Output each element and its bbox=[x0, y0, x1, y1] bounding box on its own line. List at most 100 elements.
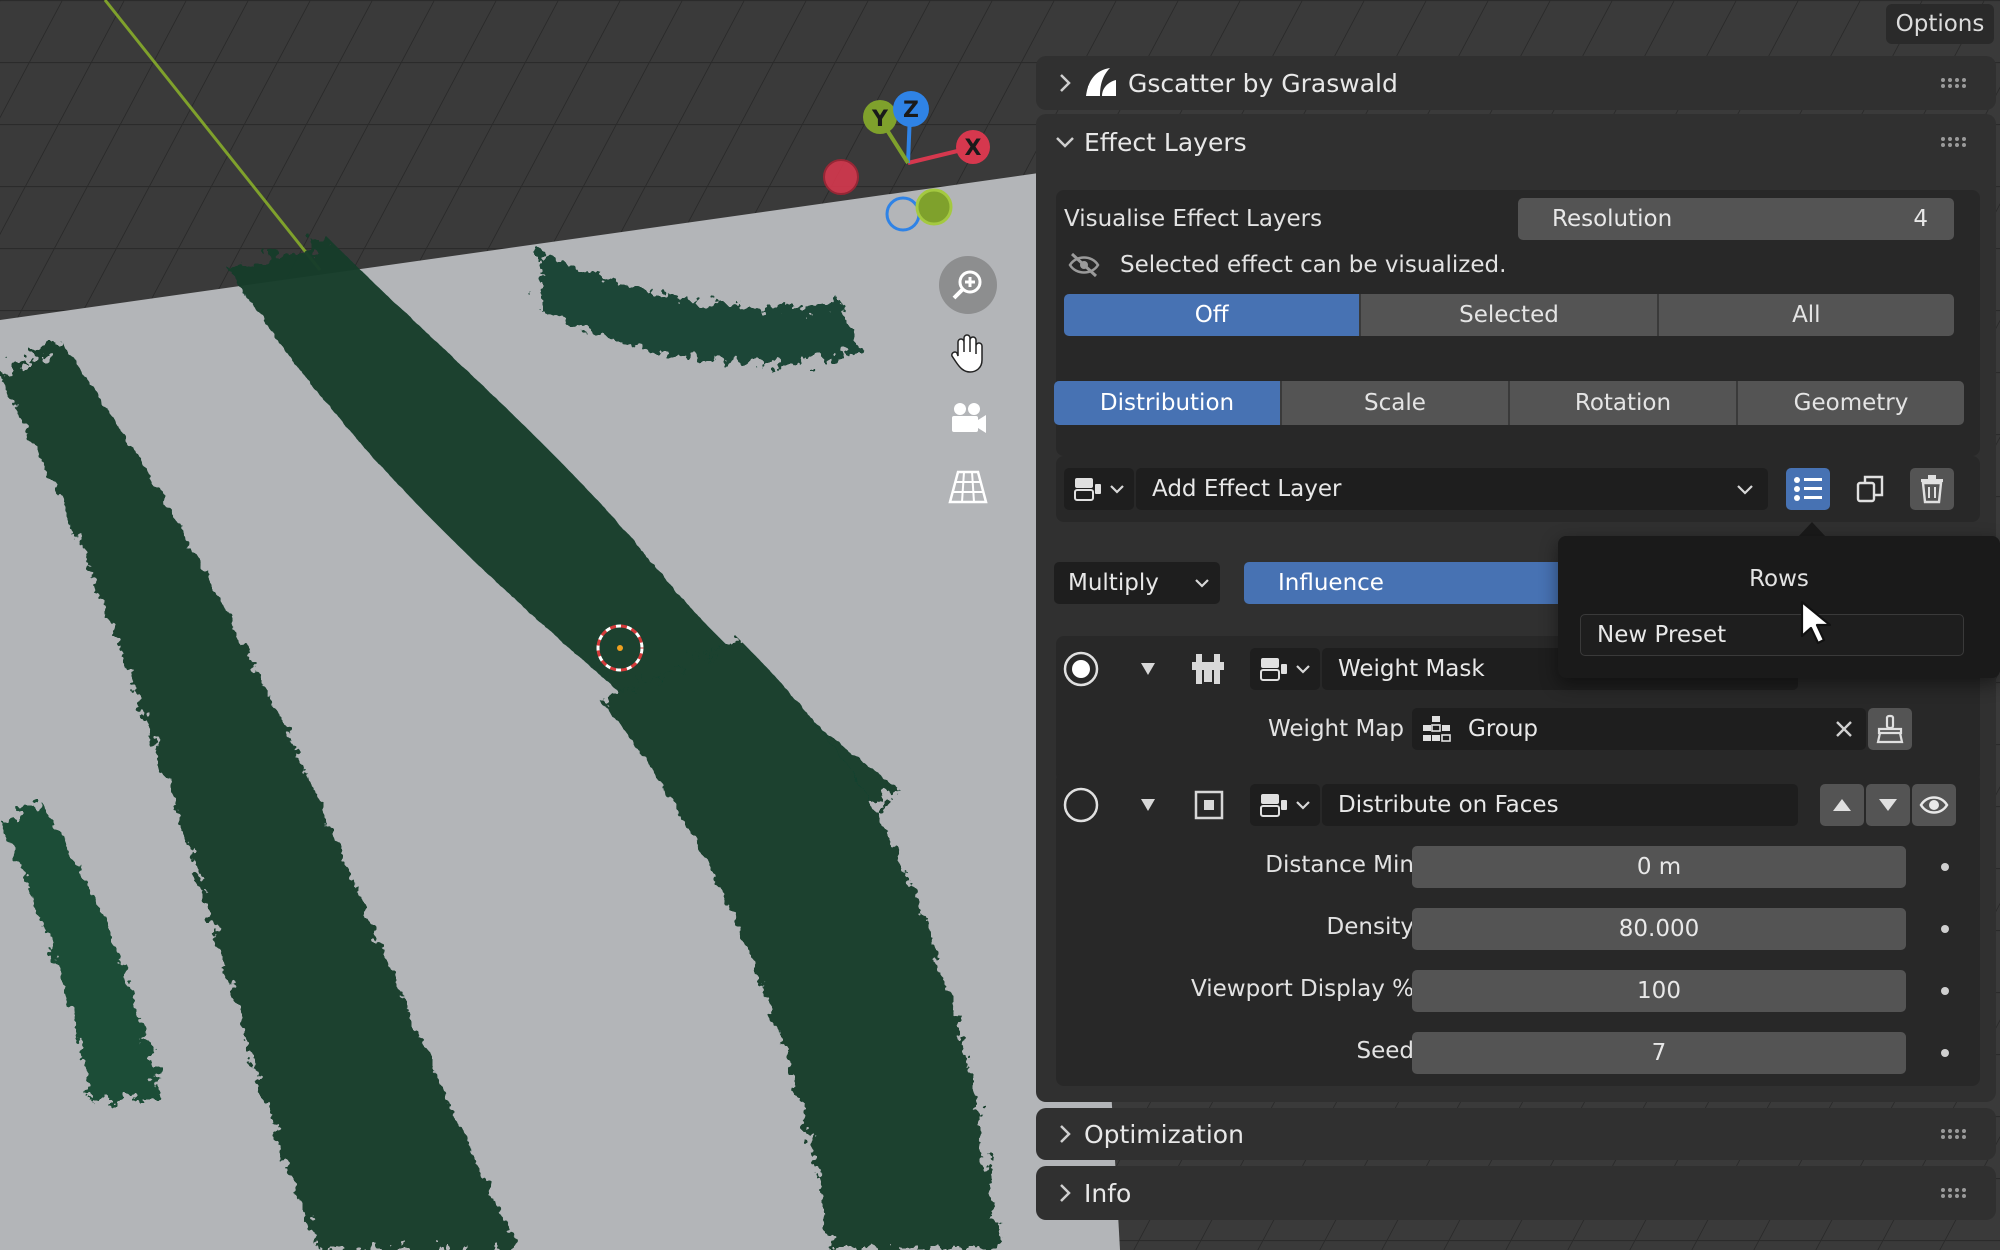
keyframe-dot[interactable] bbox=[1941, 987, 1949, 995]
weight-map-field[interactable]: Group bbox=[1412, 708, 1866, 750]
brush-icon bbox=[1876, 714, 1904, 744]
graswald-logo-icon bbox=[1086, 68, 1116, 96]
keyframe-dot[interactable] bbox=[1941, 925, 1949, 933]
visualise-mode-selector: Off Selected All bbox=[1064, 294, 1954, 336]
layer-preset-dropdown[interactable] bbox=[1250, 648, 1320, 690]
add-effect-row: Add Effect Layer bbox=[1056, 456, 1980, 522]
rows-preset-popup: Rows New Preset bbox=[1558, 536, 2000, 678]
panel-optimization[interactable]: Optimization bbox=[1036, 1108, 1996, 1160]
mouse-cursor-icon bbox=[1800, 600, 1832, 645]
layer-name: Weight Mask bbox=[1338, 656, 1485, 682]
duplicate-layer-button[interactable] bbox=[1848, 468, 1892, 510]
add-effect-layer-label: Add Effect Layer bbox=[1152, 476, 1342, 502]
keyframe-dot[interactable] bbox=[1941, 1049, 1949, 1057]
layer-name: Distribute on Faces bbox=[1338, 792, 1559, 818]
radio-unselected-icon[interactable] bbox=[1062, 786, 1100, 824]
options-button[interactable]: Options bbox=[1886, 4, 1994, 44]
trash-icon bbox=[1921, 475, 1943, 504]
influence-label: Influence bbox=[1278, 570, 1384, 596]
resolution-value: 4 bbox=[1913, 206, 1928, 232]
seed-field[interactable]: 7 bbox=[1412, 1032, 1906, 1074]
z-axis-label: Z bbox=[903, 98, 919, 123]
tab-scale[interactable]: Scale bbox=[1282, 381, 1510, 425]
resolution-label: Resolution bbox=[1552, 206, 1673, 232]
navigation-gizmo[interactable]: Y Z X bbox=[820, 85, 1000, 235]
layer-name-field[interactable]: Distribute on Faces bbox=[1322, 784, 1798, 826]
chevron-right-icon[interactable] bbox=[1054, 1123, 1076, 1145]
panel-info[interactable]: Info bbox=[1036, 1166, 1996, 1220]
node-preset-icon bbox=[1260, 794, 1287, 817]
drag-grip-icon[interactable] bbox=[1940, 1128, 1966, 1140]
face-select-icon bbox=[1194, 790, 1224, 820]
chevron-down-icon bbox=[1296, 801, 1310, 810]
clear-icon[interactable] bbox=[1834, 719, 1854, 739]
chevron-right-icon[interactable] bbox=[1054, 72, 1076, 94]
radio-selected-icon[interactable] bbox=[1062, 650, 1100, 688]
add-effect-layer-dropdown[interactable]: Add Effect Layer bbox=[1136, 468, 1768, 510]
tab-distribution[interactable]: Distribution bbox=[1054, 381, 1282, 425]
popup-title: Rows bbox=[1749, 566, 1809, 592]
chevron-down-icon bbox=[1110, 485, 1124, 494]
layer-distribute-on-faces: Distribute on Faces Distance Min 0 m Den… bbox=[1056, 772, 1980, 1086]
panel-gscatter[interactable]: Gscatter by Graswald bbox=[1036, 56, 1996, 110]
node-preset-icon bbox=[1260, 658, 1287, 681]
tab-rotation[interactable]: Rotation bbox=[1510, 381, 1738, 425]
panel-title-optimization: Optimization bbox=[1084, 1119, 1244, 1149]
new-preset-label: New Preset bbox=[1597, 622, 1727, 648]
camera-view-icon[interactable] bbox=[939, 390, 997, 448]
visualise-status-text: Selected effect can be visualized. bbox=[1120, 252, 1507, 278]
weight-map-value: Group bbox=[1468, 716, 1539, 742]
resolution-field[interactable]: Resolution 4 bbox=[1518, 198, 1954, 240]
drag-grip-icon[interactable] bbox=[1940, 136, 1966, 148]
density-field[interactable]: 80.000 bbox=[1412, 908, 1906, 950]
mode-off-button[interactable]: Off bbox=[1064, 294, 1362, 336]
distance-min-field[interactable]: 0 m bbox=[1412, 846, 1906, 888]
vertex-group-icon bbox=[1423, 716, 1451, 742]
move-layer-down-button[interactable] bbox=[1866, 784, 1910, 826]
visualise-label: Visualise Effect Layers bbox=[1064, 206, 1323, 232]
mode-all-button[interactable]: All bbox=[1658, 294, 1954, 336]
expand-triangle-icon[interactable] bbox=[1140, 798, 1156, 812]
tab-geometry[interactable]: Geometry bbox=[1738, 381, 1964, 425]
blend-mode-value: Multiply bbox=[1068, 570, 1159, 596]
eye-icon bbox=[1919, 796, 1949, 814]
layer-preset-dropdown[interactable] bbox=[1250, 784, 1320, 826]
triangle-up-icon bbox=[1833, 799, 1851, 811]
effect-type-dropdown[interactable] bbox=[1064, 468, 1134, 510]
prop-label-distance-min: Distance Min bbox=[1265, 852, 1414, 878]
duplicate-icon bbox=[1856, 475, 1884, 503]
viewport-display-field[interactable]: 100 bbox=[1412, 970, 1906, 1012]
mode-selected-button[interactable]: Selected bbox=[1361, 294, 1659, 336]
effect-tabs: Distribution Scale Rotation Geometry bbox=[1054, 381, 1964, 425]
drag-grip-icon[interactable] bbox=[1940, 1187, 1966, 1199]
drag-grip-icon[interactable] bbox=[1940, 77, 1966, 89]
chevron-down-icon[interactable] bbox=[1054, 131, 1076, 153]
chevron-down-icon bbox=[1737, 485, 1753, 495]
toggle-visibility-button[interactable] bbox=[1912, 784, 1956, 826]
chevron-down-icon bbox=[1296, 665, 1310, 674]
panel-title-info: Info bbox=[1084, 1178, 1132, 1208]
list-presets-button[interactable] bbox=[1786, 468, 1830, 510]
pan-hand-icon[interactable] bbox=[939, 324, 997, 382]
x-axis-label: X bbox=[965, 136, 982, 161]
weight-map-label: Weight Map bbox=[1268, 716, 1404, 742]
delete-layer-button[interactable] bbox=[1910, 468, 1954, 510]
expand-triangle-icon[interactable] bbox=[1140, 662, 1156, 676]
zoom-icon[interactable] bbox=[939, 256, 997, 314]
move-layer-up-button[interactable] bbox=[1820, 784, 1864, 826]
list-icon bbox=[1794, 477, 1822, 501]
keyframe-dot[interactable] bbox=[1941, 863, 1949, 871]
eye-hidden-icon bbox=[1068, 252, 1100, 278]
triangle-down-icon bbox=[1879, 799, 1897, 811]
paint-weights-button[interactable] bbox=[1868, 708, 1912, 750]
prop-label-viewport-display: Viewport Display % bbox=[1191, 976, 1414, 1002]
blend-mode-dropdown[interactable]: Multiply bbox=[1054, 562, 1220, 604]
perspective-grid-icon[interactable] bbox=[939, 458, 997, 516]
new-preset-item[interactable]: New Preset bbox=[1580, 614, 1964, 656]
panel-title-effect-layers: Effect Layers bbox=[1084, 127, 1247, 157]
chevron-right-icon[interactable] bbox=[1054, 1182, 1076, 1204]
panel-title-gscatter: Gscatter by Graswald bbox=[1128, 68, 1398, 98]
node-preset-icon bbox=[1074, 478, 1101, 501]
y-axis-label: Y bbox=[871, 107, 889, 132]
prop-label-seed: Seed bbox=[1356, 1038, 1415, 1064]
